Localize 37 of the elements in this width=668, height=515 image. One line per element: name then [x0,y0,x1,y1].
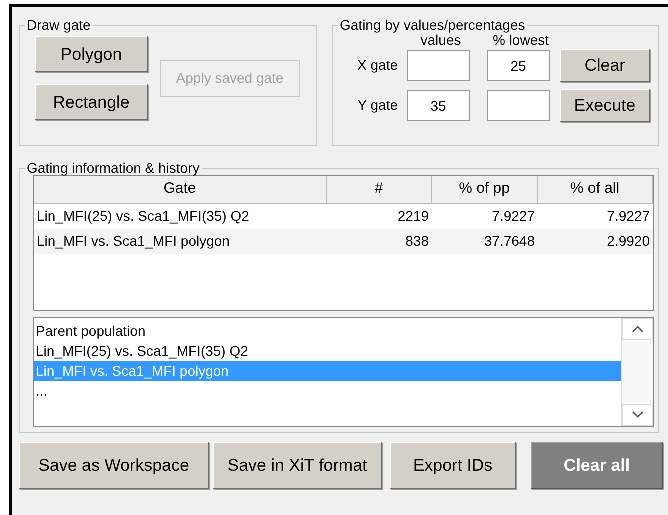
group-title: Gating by values/percentages [339,18,526,32]
table-cell-text: 37.7648 [483,232,536,251]
column-label: values [420,32,462,49]
percent-field[interactable]: 25 [487,50,550,81]
scrollbar[interactable] [621,318,653,426]
action-button[interactable]: Save as Workspace [19,442,209,489]
column-header[interactable]: Gate [34,176,327,203]
gate-action-button[interactable]: Execute [560,89,650,122]
table-cell-text: Lin_MFI vs. Sca1_MFI polygon [36,232,231,251]
column-header[interactable]: # [327,176,432,203]
value-field[interactable] [407,50,470,81]
table-cell-text: 7.9227 [606,207,651,226]
action-button[interactable]: Export IDs [390,442,516,489]
table-cell-text: 7.9227 [491,207,536,226]
column-header[interactable]: % of pp [432,176,538,203]
gate-action-button[interactable]: Clear [560,49,650,82]
table-cell-text: 838 [404,232,430,251]
group-title: Gating information & history [26,161,201,175]
history-item[interactable]: ... [34,381,621,401]
gate-button[interactable]: Rectangle [35,84,148,120]
percent-field[interactable] [487,90,550,121]
column-header[interactable]: % of all [538,176,653,203]
action-button[interactable]: Clear all [531,442,663,489]
table-cell-text: 2219 [396,207,430,226]
value-field[interactable]: 35 [407,90,470,121]
column-label: % lowest [492,32,550,49]
action-button[interactable]: Save in XiT format [213,442,382,489]
gate-label: Y gate [356,96,398,115]
gate-label: X gate [356,56,398,75]
table-cell-text: Lin_MFI(25) vs. Sca1_MFI(35) Q2 [36,207,250,226]
group-title: Draw gate [26,18,92,32]
history-item[interactable]: Lin_MFI(25) vs. Sca1_MFI(35) Q2 [34,341,621,361]
history-item[interactable]: Parent population [34,321,621,341]
scroll-down-icon[interactable] [632,411,644,419]
scroll-up-icon[interactable] [632,325,644,333]
table-cell-text: 2.9920 [606,232,651,251]
gate-button[interactable]: Polygon [35,36,148,72]
